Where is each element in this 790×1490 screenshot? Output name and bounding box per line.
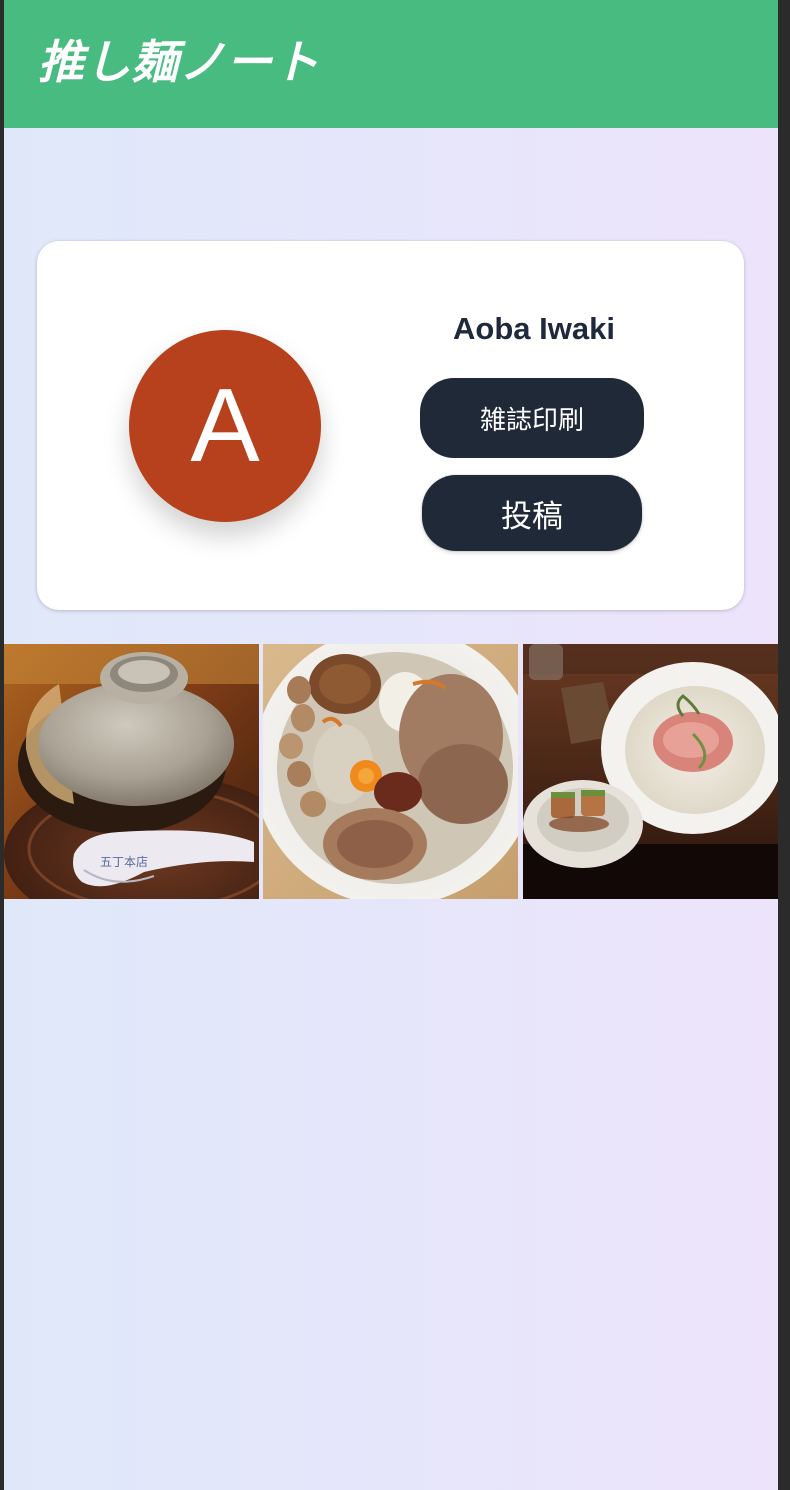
user-name: Aoba Iwaki: [453, 311, 615, 346]
app-viewport: 推し麺ノート A Aoba Iwaki 雑誌印刷 投稿 五丁本店: [4, 0, 778, 1490]
spoon-text: 五丁本店: [100, 855, 148, 869]
magazine-print-label: 雑誌印刷: [479, 405, 584, 436]
creamy-ramen-photo: [523, 644, 778, 899]
app-title: 推し麺ノート: [38, 35, 320, 89]
magazine-print-button[interactable]: 雑誌印刷: [420, 378, 644, 458]
mazesoba-photo: [263, 644, 518, 899]
photo-grid: 五丁本店: [4, 644, 778, 899]
photo-tile-clay-pot[interactable]: 五丁本店: [4, 644, 259, 899]
profile-card: A Aoba Iwaki 雑誌印刷 投稿: [37, 241, 744, 610]
clay-pot-photo: 五丁本店: [4, 644, 259, 899]
avatar[interactable]: A: [129, 330, 321, 522]
photo-tile-creamy-ramen[interactable]: [523, 644, 778, 899]
app-header: 推し麺ノート: [4, 0, 778, 128]
post-label: 投稿: [501, 498, 563, 535]
avatar-letter: A: [190, 368, 260, 484]
photo-tile-mazesoba[interactable]: [263, 644, 518, 899]
post-button[interactable]: 投稿: [422, 475, 642, 551]
